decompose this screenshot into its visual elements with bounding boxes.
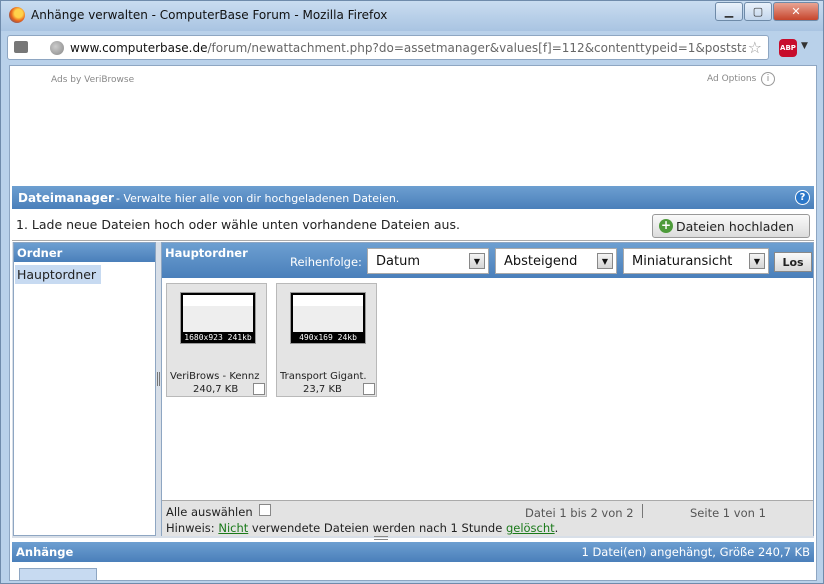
thumbnail-grid: 1680x923 241kb VeriBrows - Kennz 240,7 K… [162, 279, 813, 499]
adblock-dropdown-icon[interactable]: ▼ [801, 41, 808, 51]
sort-label: Reihenfolge: [290, 255, 362, 269]
sort-field-select[interactable]: Datum ▼ [367, 248, 489, 274]
upload-files-button[interactable]: + Dateien hochladen [652, 214, 810, 238]
folder-pane-header: Ordner [14, 243, 155, 262]
hint-prefix: Hinweis: [166, 521, 215, 535]
hint-suffix: . [554, 521, 559, 535]
adblock-icon[interactable]: ABP [779, 39, 797, 57]
sort-order-select[interactable]: Absteigend ▼ [495, 248, 617, 274]
file-checkbox[interactable] [253, 383, 265, 395]
file-pane-footer: Alle auswählen Datei 1 bis 2 von 2 Seite… [162, 500, 813, 536]
globe-icon [50, 41, 64, 55]
file-name: Transport Gigant. [280, 371, 367, 382]
window-controls: ▁ ▢ ✕ [714, 2, 819, 21]
attachments-summary: 1 Datei(en) angehängt, Größe 240,7 KB [581, 545, 810, 559]
page-content: Ads by VeriBrowse Ad Options i Dateimana… [9, 65, 817, 581]
maximize-button[interactable]: ▢ [744, 2, 772, 21]
ad-options-link[interactable]: Ad Options [707, 74, 756, 84]
thumbnail-image: 490x169 24kb [290, 292, 366, 344]
sort-field-value: Datum [376, 254, 420, 269]
screenshot-preview [183, 295, 253, 332]
page-indicator: Seite 1 von 1 [690, 506, 766, 520]
plus-icon: + [659, 218, 673, 233]
dateimanager-header: Dateimanager - Verwalte hier alle von di… [12, 186, 814, 209]
sort-order-value: Absteigend [504, 254, 578, 269]
firefox-icon [9, 7, 25, 23]
file-thumbnail[interactable]: 1680x923 241kb VeriBrows - Kennz 240,7 K… [166, 283, 267, 397]
image-dimensions: 1680x923 241kb [184, 333, 252, 342]
url-text[interactable]: www.computerbase.de/forum/newattachment.… [70, 41, 746, 55]
hint-middle: verwendete Dateien werden nach 1 Stunde [251, 521, 503, 535]
pane-splitter[interactable] [157, 372, 160, 386]
select-all-checkbox[interactable] [259, 504, 271, 516]
info-icon[interactable]: i [761, 72, 775, 86]
folder-pane: Ordner Hauptordner [13, 242, 156, 536]
go-button[interactable]: Los [774, 252, 812, 272]
window-title: Anhänge verwalten - ComputerBase Forum -… [31, 8, 388, 22]
url-bar[interactable]: www.computerbase.de/forum/newattachment.… [7, 35, 769, 60]
hint-text: Hinweis: Nicht verwendete Dateien werden… [166, 521, 558, 535]
attachments-title: Anhänge [16, 545, 74, 559]
chevron-down-icon: ▼ [749, 253, 765, 269]
url-host: www.computerbase.de [70, 41, 208, 55]
image-dimensions: 490x169 24kb [299, 333, 357, 342]
view-mode-select[interactable]: Miniaturansicht ▼ [623, 248, 769, 274]
instruction-row: 1. Lade neue Dateien hoch oder wähle unt… [12, 209, 814, 241]
file-name: VeriBrows - Kennz [170, 371, 260, 382]
page-icon [14, 41, 28, 53]
help-icon[interactable]: ? [795, 190, 810, 205]
dateimanager-title: Dateimanager [18, 191, 114, 205]
thumbnail-image: 1680x923 241kb [180, 292, 256, 344]
hint-link-geloescht[interactable]: gelöscht [506, 521, 555, 535]
view-mode-value: Miniaturansicht [632, 254, 733, 269]
url-path: /forum/newattachment.php?do=assetmanager… [207, 41, 746, 55]
ads-by-label: Ads by VeriBrowse [51, 75, 135, 85]
chevron-down-icon: ▼ [469, 253, 485, 269]
divider [642, 504, 643, 518]
minimize-button[interactable]: ▁ [715, 2, 743, 21]
folder-item-hauptordner[interactable]: Hauptordner [15, 265, 101, 284]
file-thumbnail[interactable]: 490x169 24kb Transport Gigant. 23,7 KB [276, 283, 377, 397]
file-manager-body: Ordner Hauptordner Hauptordner Reihenfol… [12, 242, 814, 538]
bookmark-star-icon[interactable]: ☆ [748, 38, 762, 57]
title-bar: Anhänge verwalten - ComputerBase Forum -… [1, 1, 823, 31]
file-checkbox[interactable] [363, 383, 375, 395]
browser-window: Anhänge verwalten - ComputerBase Forum -… [0, 0, 824, 584]
file-size: 240,7 KB [193, 384, 239, 395]
attachment-item[interactable] [19, 568, 97, 580]
instruction-text: 1. Lade neue Dateien hoch oder wähle unt… [16, 217, 460, 232]
resize-grip[interactable] [374, 536, 388, 540]
current-folder-title: Hauptordner [165, 246, 248, 260]
navigation-bar: www.computerbase.de/forum/newattachment.… [7, 33, 817, 63]
screenshot-preview [293, 295, 363, 332]
attachments-header: Anhänge 1 Datei(en) angehängt, Größe 240… [12, 542, 814, 562]
select-all-label: Alle auswählen [166, 505, 253, 519]
upload-files-label: Dateien hochladen [676, 218, 794, 234]
hint-link-nicht[interactable]: Nicht [218, 521, 248, 535]
ad-area: Ads by VeriBrowse Ad Options i [10, 66, 816, 186]
close-button[interactable]: ✕ [773, 2, 819, 21]
file-range: Datei 1 bis 2 von 2 [525, 506, 634, 520]
file-pane-header: Hauptordner Reihenfolge: Datum ▼ Absteig… [162, 243, 813, 278]
file-pane: Hauptordner Reihenfolge: Datum ▼ Absteig… [161, 242, 814, 536]
chevron-down-icon: ▼ [597, 253, 613, 269]
dateimanager-subtitle: - Verwalte hier alle von dir hochgeladen… [116, 192, 400, 205]
file-size: 23,7 KB [303, 384, 342, 395]
